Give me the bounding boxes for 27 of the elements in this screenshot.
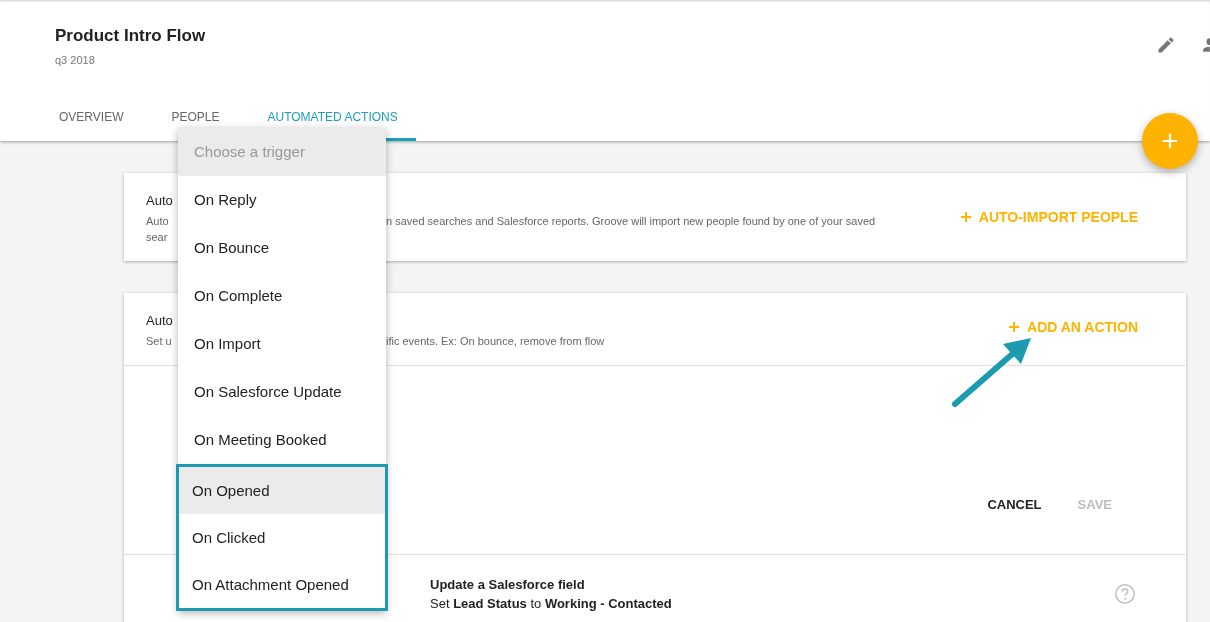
description-text: Auto <box>146 214 170 229</box>
description-text: sear <box>146 230 169 245</box>
action-title: Update a Salesforce field <box>430 576 586 594</box>
flow-title: Product Intro Flow <box>55 26 206 46</box>
description-text: Set u <box>146 334 173 349</box>
description-text: n saved searches and Salesforce reports. Groove will import new people found by one of your saved <box>386 214 876 229</box>
card-title: Auto <box>146 313 174 328</box>
menu-item[interactable]: On Bounce <box>178 224 386 272</box>
action-detail: Set Lead Status to Working - Contacted <box>430 595 673 613</box>
card-title: Auto <box>146 193 174 208</box>
menu-item[interactable]: On Complete <box>178 272 386 320</box>
description-text: ific events. Ex: On bounce, remove from flow <box>386 334 605 349</box>
menu-item[interactable]: On Reply <box>178 176 386 224</box>
menu-item[interactable]: On Attachment Opened <box>179 561 385 608</box>
menu-item[interactable]: On Import <box>178 320 386 368</box>
cancel-button[interactable]: CANCEL <box>973 493 1056 516</box>
plus-icon <box>960 212 971 222</box>
person-icon[interactable] <box>1203 35 1210 55</box>
menu-item[interactable]: On Meeting Booked <box>178 416 386 464</box>
menu-item[interactable]: On Opened <box>179 467 385 514</box>
menu-item[interactable]: On Clicked <box>179 514 385 561</box>
menu-item[interactable]: On Salesforce Update <box>178 368 386 416</box>
plus-icon <box>1161 132 1179 150</box>
plus-icon <box>1009 322 1020 332</box>
tab[interactable]: OVERVIEW <box>41 110 142 141</box>
flow-subtitle: q3 2018 <box>55 54 95 66</box>
pencil-icon[interactable] <box>1156 35 1176 55</box>
